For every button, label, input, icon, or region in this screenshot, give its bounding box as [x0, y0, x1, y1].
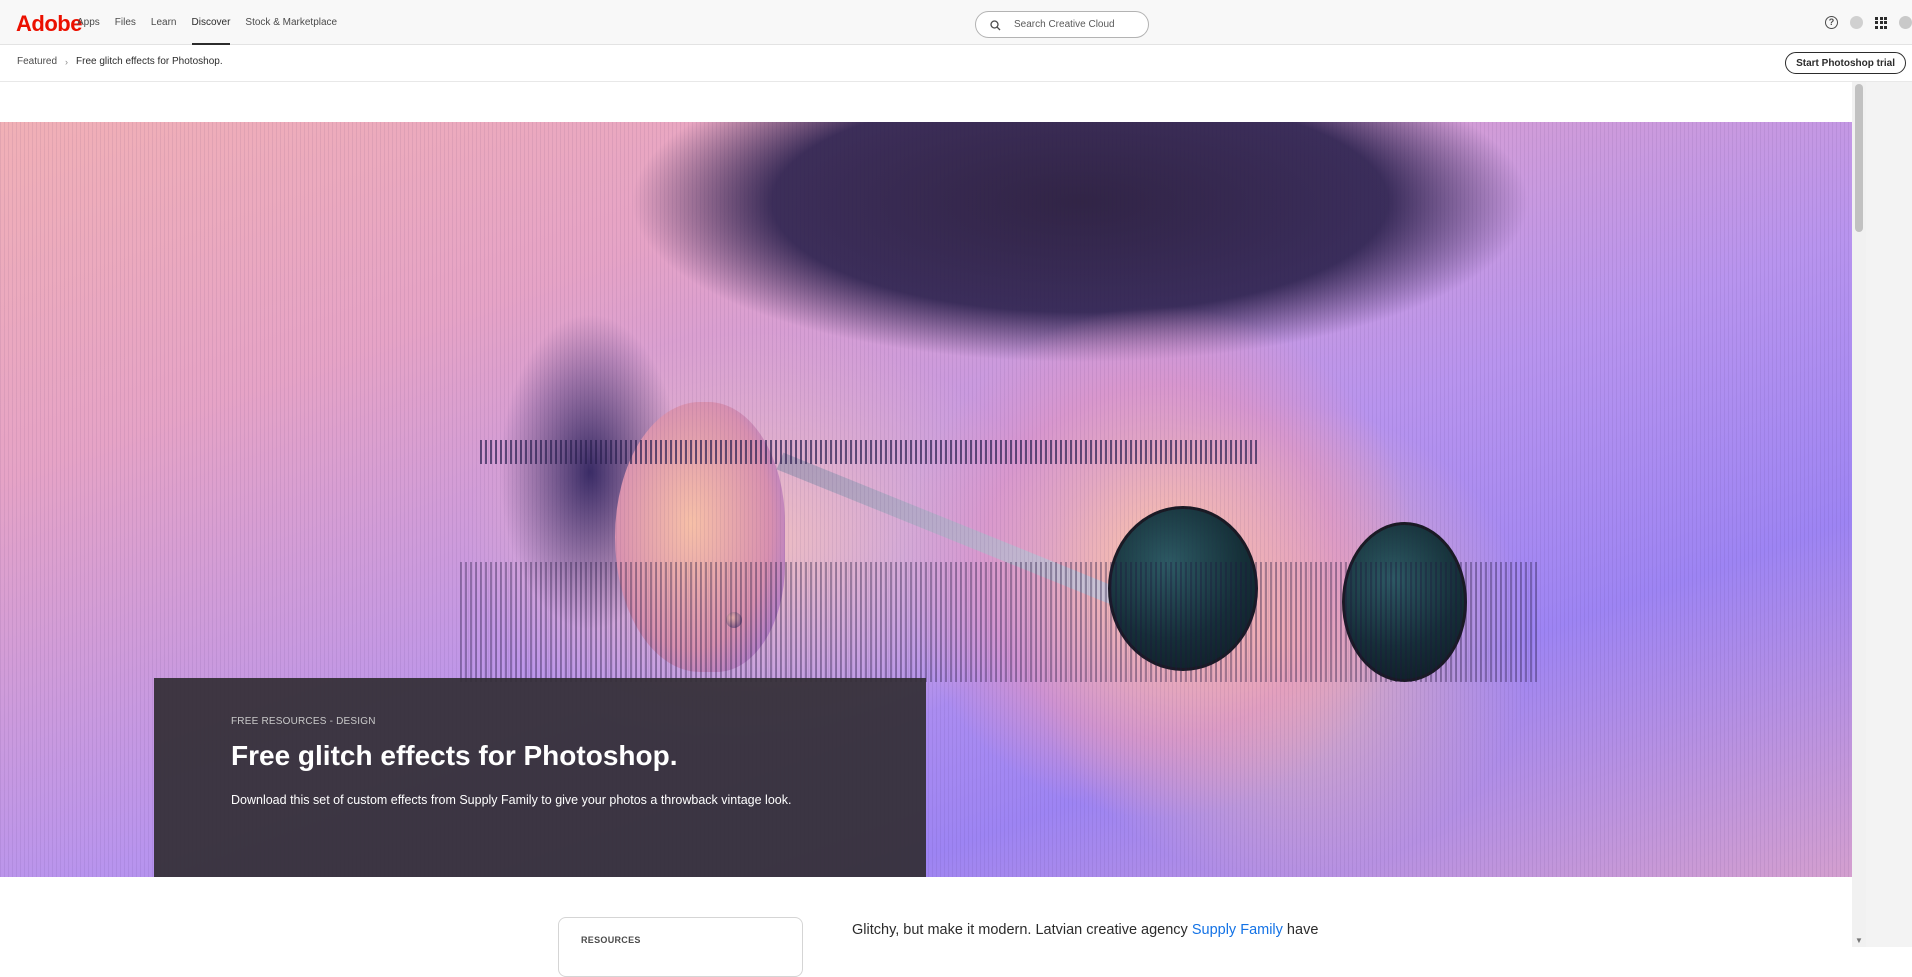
- scrollbar-thumb[interactable]: [1855, 84, 1863, 232]
- breadcrumb-featured[interactable]: Featured: [17, 56, 57, 67]
- chevron-right-icon: ›: [65, 56, 69, 67]
- hero-text-card: FREE RESOURCES - DESIGN Free glitch effe…: [154, 678, 926, 877]
- nav-discover[interactable]: Discover: [192, 0, 231, 45]
- breadcrumb-current: Free glitch effects for Photoshop.: [76, 56, 223, 67]
- page-scrollbar[interactable]: ▼: [1852, 82, 1866, 947]
- right-gutter: [1866, 82, 1912, 947]
- article-intro: Glitchy, but make it modern. Latvian cre…: [852, 920, 1352, 940]
- main-nav: Apps Files Learn Discover Stock & Market…: [77, 0, 352, 45]
- resources-label: RESOURCES: [581, 935, 641, 945]
- resources-card: RESOURCES: [558, 917, 803, 977]
- hero-image: FREE RESOURCES - DESIGN Free glitch effe…: [0, 122, 1852, 877]
- intro-text-continued: have: [1282, 922, 1319, 938]
- hero-description: Download this set of custom effects from…: [231, 793, 792, 807]
- intro-text: Glitchy, but make it modern. Latvian cre…: [852, 922, 1192, 938]
- adobe-logo[interactable]: Adobe: [16, 11, 82, 37]
- header-actions: ?: [1825, 16, 1912, 29]
- supply-family-link[interactable]: Supply Family: [1192, 922, 1283, 938]
- help-icon[interactable]: ?: [1825, 16, 1838, 29]
- nav-stock-marketplace[interactable]: Stock & Marketplace: [245, 0, 337, 45]
- nav-apps[interactable]: Apps: [77, 0, 100, 45]
- scroll-down-arrow-icon[interactable]: ▼: [1855, 936, 1863, 945]
- app-switcher-icon[interactable]: [1875, 16, 1887, 29]
- search-box[interactable]: [975, 11, 1149, 38]
- nav-files[interactable]: Files: [115, 0, 136, 45]
- global-nav: Adobe Apps Files Learn Discover Stock & …: [0, 0, 1912, 45]
- search-input[interactable]: [1014, 12, 1144, 37]
- page-title: Free glitch effects for Photoshop.: [231, 740, 678, 771]
- start-trial-button[interactable]: Start Photoshop trial: [1785, 52, 1906, 74]
- breadcrumb: Featured › Free glitch effects for Photo…: [17, 56, 223, 67]
- nav-learn[interactable]: Learn: [151, 0, 177, 45]
- search-icon: [990, 20, 1001, 31]
- local-nav: Featured › Free glitch effects for Photo…: [0, 45, 1912, 82]
- hero-eyebrow: FREE RESOURCES - DESIGN: [231, 716, 376, 727]
- notifications-icon[interactable]: [1850, 16, 1863, 29]
- avatar[interactable]: [1899, 16, 1912, 29]
